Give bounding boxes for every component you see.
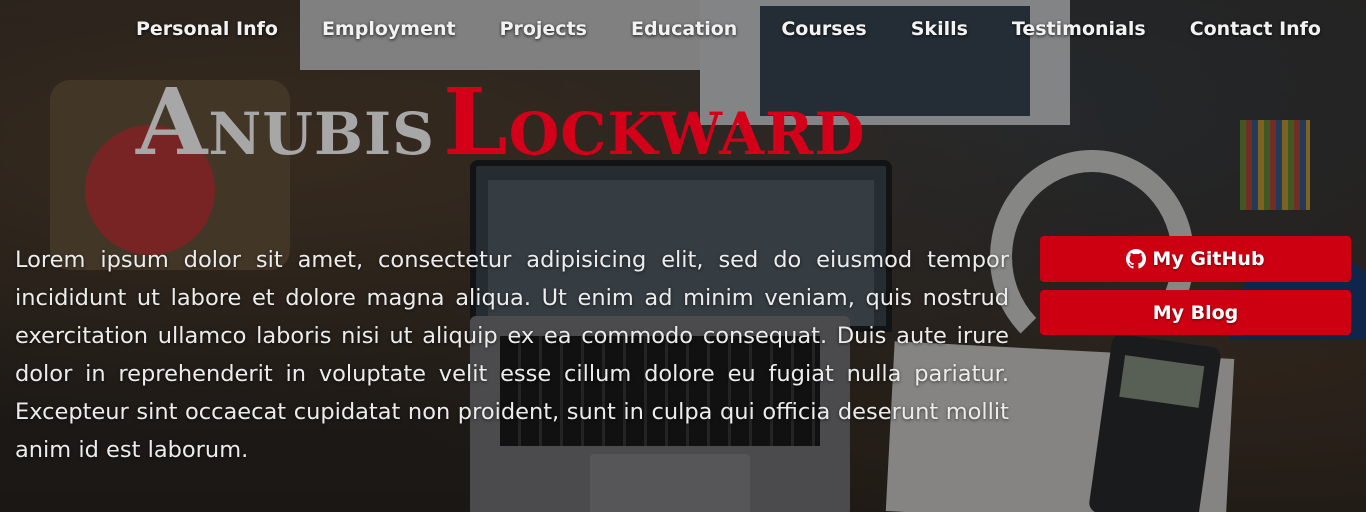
github-button[interactable]: My GitHub bbox=[1040, 236, 1351, 282]
nav-testimonials[interactable]: Testimonials bbox=[1012, 18, 1146, 40]
page-title: ANUBISLOCKWARD bbox=[136, 68, 866, 176]
nav-skills[interactable]: Skills bbox=[911, 18, 968, 40]
top-nav: Personal Info Employment Projects Educat… bbox=[136, 18, 1321, 40]
github-button-label: My GitHub bbox=[1152, 248, 1265, 270]
nav-projects[interactable]: Projects bbox=[500, 18, 587, 40]
nav-employment[interactable]: Employment bbox=[322, 18, 456, 40]
nav-courses[interactable]: Courses bbox=[781, 18, 866, 40]
bio-paragraph: Lorem ipsum dolor sit amet, consectetur … bbox=[15, 247, 1009, 463]
last-name: LOCKWARD bbox=[443, 68, 866, 176]
github-icon bbox=[1126, 249, 1147, 269]
first-name: ANUBIS bbox=[136, 68, 436, 176]
nav-personal-info[interactable]: Personal Info bbox=[136, 18, 278, 40]
nav-education[interactable]: Education bbox=[631, 18, 737, 40]
blog-button-label: My Blog bbox=[1152, 301, 1239, 324]
blog-button[interactable]: My Blog bbox=[1040, 290, 1351, 335]
nav-contact-info[interactable]: Contact Info bbox=[1190, 18, 1321, 40]
